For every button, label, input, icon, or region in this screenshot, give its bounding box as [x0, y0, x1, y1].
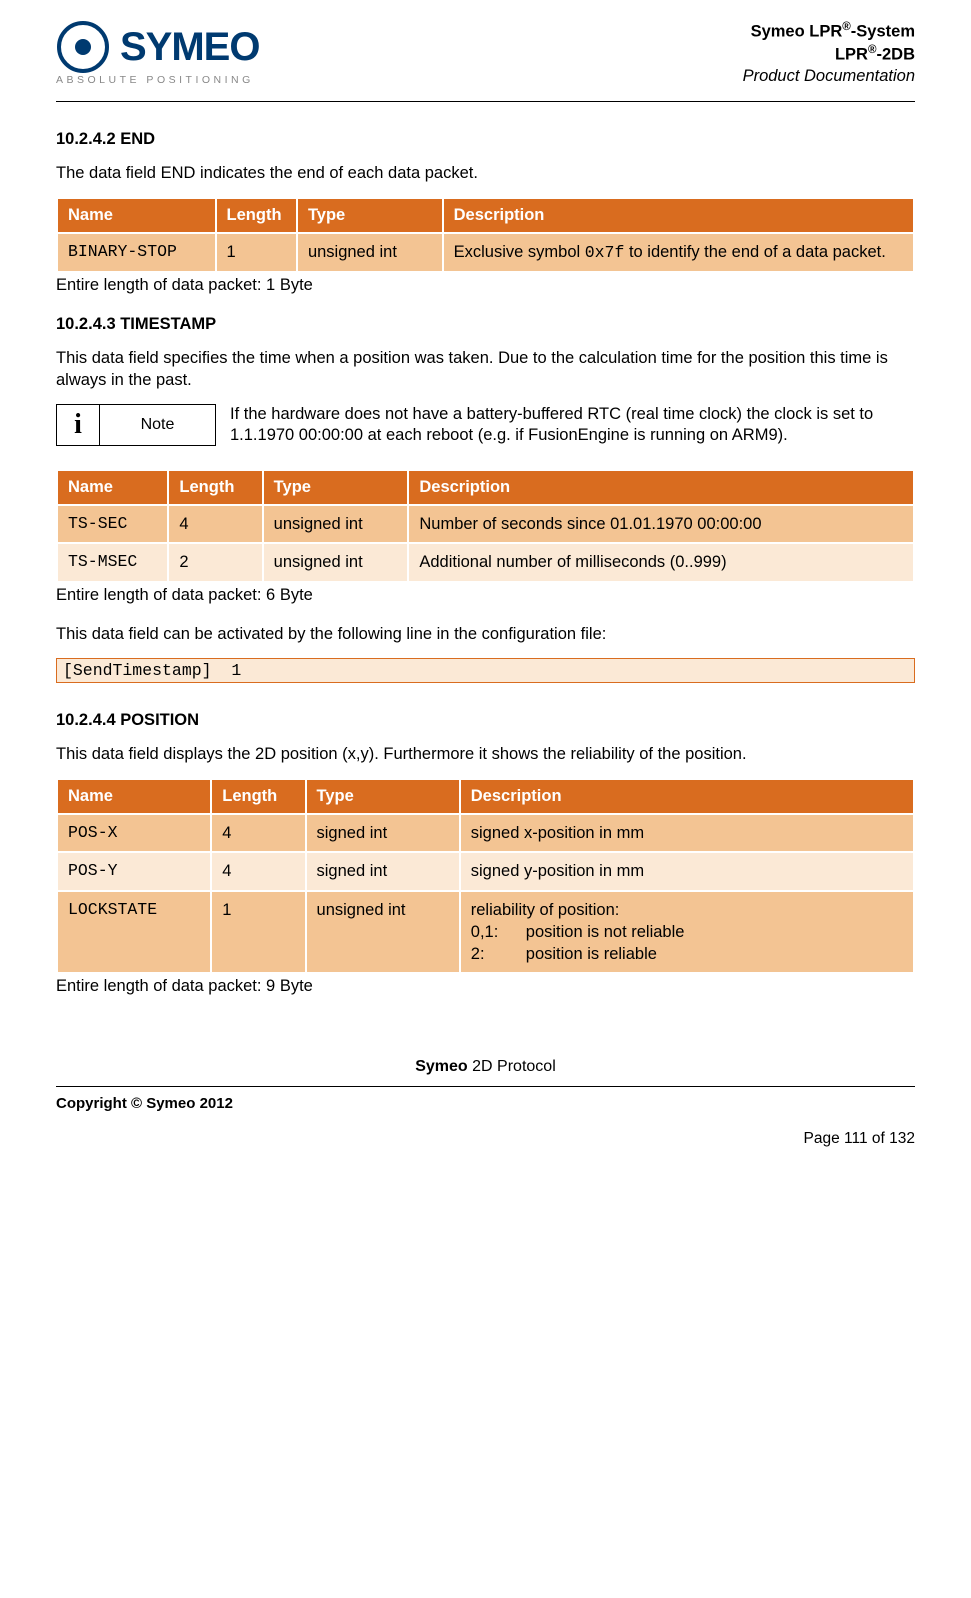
position-after: Entire length of data packet: 9 Byte [56, 976, 915, 998]
footer-protocol: Symeo 2D Protocol [56, 1058, 915, 1076]
table-header-row: Name Length Type Description [57, 470, 914, 505]
th-type: Type [297, 198, 443, 233]
th-desc: Description [460, 779, 914, 814]
th-desc: Description [443, 198, 914, 233]
table-row: POS-Y 4 signed int signed y-position in … [57, 852, 914, 890]
info-icon: i [57, 405, 100, 445]
doc-title: Symeo LPR®-System LPR®-2DB Product Docum… [743, 20, 915, 87]
table-row: BINARY-STOP 1 unsigned int Exclusive sym… [57, 233, 914, 272]
table-header-row: Name Length Type Description [57, 198, 914, 233]
cell-desc: Number of seconds since 01.01.1970 00:00… [408, 505, 914, 543]
cell-desc: Exclusive symbol 0x7f to identify the en… [443, 233, 914, 272]
cell-name: TS-SEC [57, 505, 168, 543]
cell-name: TS-MSEC [57, 543, 168, 581]
end-after: Entire length of data packet: 1 Byte [56, 275, 915, 297]
title-line2a: LPR [835, 45, 868, 63]
page-header: SYMEO ABSOLUTE POSITIONING Symeo LPR®-Sy… [56, 20, 915, 95]
cell-type: signed int [306, 814, 460, 852]
header-rule [56, 101, 915, 102]
section-end-heading: 10.2.4.2 END [56, 130, 915, 149]
section-timestamp-intro: This data field specifies the time when … [56, 348, 915, 392]
note-label: Note [100, 416, 215, 434]
note-text: If the hardware does not have a battery-… [230, 404, 915, 448]
note-block: i Note If the hardware does not have a b… [56, 404, 915, 448]
section-position-heading: 10.2.4.4 POSITION [56, 711, 915, 730]
th-name: Name [57, 779, 211, 814]
cell-name: POS-Y [57, 852, 211, 890]
th-length: Length [211, 779, 305, 814]
table-row: LOCKSTATE 1 unsigned int reliability of … [57, 891, 914, 974]
cell-name: LOCKSTATE [57, 891, 211, 974]
cell-type: unsigned int [263, 543, 409, 581]
cell-length: 4 [211, 814, 305, 852]
cell-length: 1 [211, 891, 305, 974]
title-line3: Product Documentation [743, 66, 915, 87]
timestamp-after: Entire length of data packet: 6 Byte [56, 585, 915, 607]
section-timestamp-heading: 10.2.4.3 TIMESTAMP [56, 315, 915, 334]
cell-length: 4 [211, 852, 305, 890]
th-name: Name [57, 198, 216, 233]
page-footer: Symeo 2D Protocol Copyright © Symeo 2012… [56, 1058, 915, 1148]
section-position-intro: This data field displays the 2D position… [56, 744, 915, 766]
cell-desc: reliability of position: 0,1:position is… [460, 891, 914, 974]
th-type: Type [263, 470, 409, 505]
cell-length: 1 [216, 233, 297, 272]
th-length: Length [168, 470, 262, 505]
cell-name: BINARY-STOP [57, 233, 216, 272]
table-row: POS-X 4 signed int signed x-position in … [57, 814, 914, 852]
cell-length: 4 [168, 505, 262, 543]
footer-rule [56, 1086, 915, 1087]
cell-type: unsigned int [263, 505, 409, 543]
table-header-row: Name Length Type Description [57, 779, 914, 814]
logo: SYMEO ABSOLUTE POSITIONING [56, 20, 259, 86]
logo-subtitle: ABSOLUTE POSITIONING [56, 74, 259, 86]
cell-desc: signed x-position in mm [460, 814, 914, 852]
config-code: [SendTimestamp] 1 [56, 658, 915, 683]
cell-length: 2 [168, 543, 262, 581]
position-table: Name Length Type Description POS-X 4 sig… [56, 778, 915, 974]
cell-desc: signed y-position in mm [460, 852, 914, 890]
timestamp-table: Name Length Type Description TS-SEC 4 un… [56, 469, 915, 583]
end-table: Name Length Type Description BINARY-STOP… [56, 197, 915, 273]
page-number: Page 111 of 132 [56, 1130, 915, 1148]
note-badge: i Note [56, 404, 216, 446]
cell-type: signed int [306, 852, 460, 890]
cell-name: POS-X [57, 814, 211, 852]
reg1: ® [842, 21, 851, 33]
title-line2b: -2DB [876, 45, 915, 63]
timestamp-activate: This data field can be activated by the … [56, 624, 915, 646]
table-row: TS-SEC 4 unsigned int Number of seconds … [57, 505, 914, 543]
title-line1a: Symeo LPR [751, 23, 843, 41]
th-length: Length [216, 198, 297, 233]
th-name: Name [57, 470, 168, 505]
logo-word: SYMEO [120, 27, 259, 67]
copyright: Copyright © Symeo 2012 [56, 1095, 233, 1112]
th-desc: Description [408, 470, 914, 505]
cell-type: unsigned int [297, 233, 443, 272]
logo-icon [56, 20, 110, 74]
title-line1b: -System [851, 23, 915, 41]
table-row: TS-MSEC 2 unsigned int Additional number… [57, 543, 914, 581]
cell-desc: Additional number of milliseconds (0..99… [408, 543, 914, 581]
lock-desc-title: reliability of position: [471, 899, 903, 921]
th-type: Type [306, 779, 460, 814]
cell-type: unsigned int [306, 891, 460, 974]
section-end-intro: The data field END indicates the end of … [56, 163, 915, 185]
